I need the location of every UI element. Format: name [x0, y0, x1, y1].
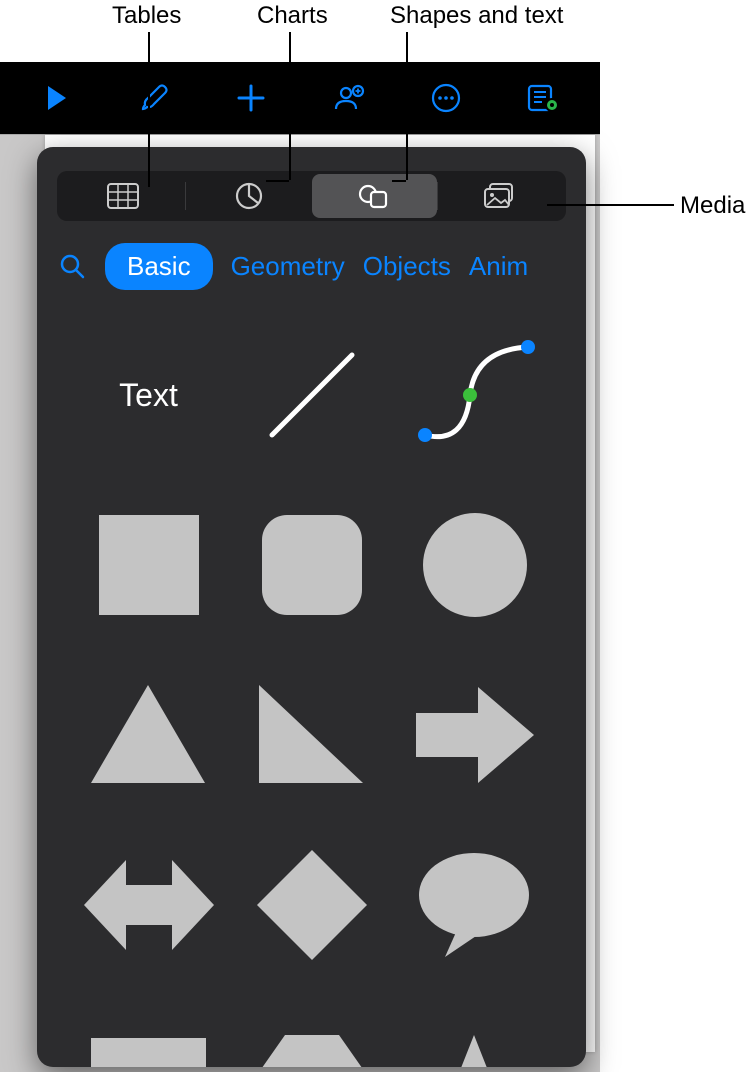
callout-charts: Charts — [257, 2, 328, 30]
shape-right-triangle[interactable] — [240, 670, 383, 800]
category-basic[interactable]: Basic — [105, 243, 213, 290]
callout-tables: Tables — [112, 2, 181, 30]
presenter-button[interactable] — [503, 68, 583, 128]
shape-circle[interactable] — [403, 500, 546, 630]
circle-icon — [420, 510, 530, 620]
more-icon — [430, 82, 462, 114]
square-icon — [94, 510, 204, 620]
format-brush-button[interactable] — [114, 68, 194, 128]
right-triangle-icon — [259, 685, 364, 785]
collab-icon — [333, 83, 365, 113]
callout-shapes: Shapes and text — [390, 2, 563, 30]
brush-icon — [139, 83, 169, 113]
triangle-icon — [91, 685, 206, 785]
curve-icon — [410, 335, 540, 455]
seg-media[interactable] — [438, 174, 563, 218]
shape-category-row: Basic Geometry Objects Anim — [37, 239, 586, 310]
category-geometry[interactable]: Geometry — [231, 251, 345, 282]
chart-icon — [235, 182, 263, 210]
play-icon — [46, 85, 68, 111]
shape-square[interactable] — [77, 500, 220, 630]
add-button[interactable] — [211, 68, 291, 128]
seg-tables[interactable] — [60, 174, 185, 218]
arrow-both-icon — [84, 855, 214, 955]
insert-popover: Basic Geometry Objects Anim Text — [37, 147, 586, 1067]
search-shapes-button[interactable] — [59, 253, 87, 281]
seg-charts[interactable] — [186, 174, 311, 218]
star-icon — [417, 1035, 532, 1067]
category-animals[interactable]: Anim — [469, 251, 528, 282]
shape-diamond[interactable] — [240, 840, 383, 970]
text-shape-label: Text — [119, 377, 178, 414]
toolbar — [0, 62, 600, 134]
banner-icon — [91, 1038, 206, 1068]
insert-segmented-control — [57, 171, 566, 221]
shape-star[interactable] — [403, 1010, 546, 1067]
shape-speech-bubble[interactable] — [403, 840, 546, 970]
shape-text[interactable]: Text — [77, 330, 220, 460]
category-objects[interactable]: Objects — [363, 251, 451, 282]
shape-arrow-both[interactable] — [77, 840, 220, 970]
speech-bubble-icon — [417, 850, 532, 960]
more-button[interactable] — [406, 68, 486, 128]
play-button[interactable] — [17, 68, 97, 128]
table-icon — [107, 183, 139, 209]
seg-shapes[interactable] — [312, 174, 437, 218]
shape-curve[interactable] — [403, 330, 546, 460]
line-icon — [252, 335, 372, 455]
shapes-icon — [358, 182, 390, 210]
media-icon — [483, 182, 517, 210]
rounded-square-icon — [257, 510, 367, 620]
shape-triangle[interactable] — [77, 670, 220, 800]
pentagon-icon — [257, 1035, 367, 1067]
arrow-right-icon — [416, 685, 534, 785]
shape-banner[interactable] — [77, 1010, 220, 1067]
diamond-icon — [257, 850, 367, 960]
presenter-icon — [527, 83, 559, 113]
search-icon — [59, 253, 87, 281]
add-icon — [236, 83, 266, 113]
popover-arrow — [307, 147, 343, 149]
shape-rounded-square[interactable] — [240, 500, 383, 630]
shape-arrow-right[interactable] — [403, 670, 546, 800]
shape-pentagon[interactable] — [240, 1010, 383, 1067]
shapes-grid: Text — [37, 310, 586, 1067]
collaborate-button[interactable] — [309, 68, 389, 128]
shape-line[interactable] — [240, 330, 383, 460]
right-panel — [600, 0, 755, 1072]
